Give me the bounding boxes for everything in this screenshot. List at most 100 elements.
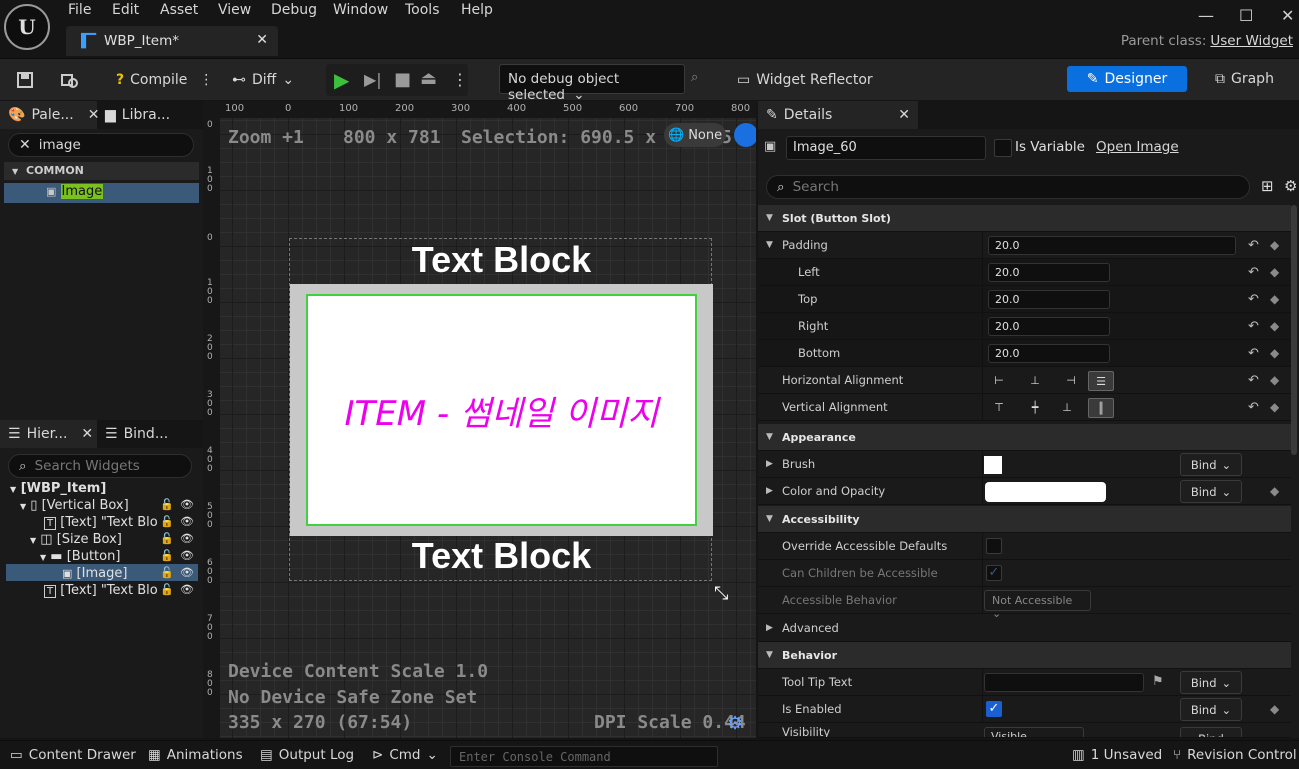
menu-window[interactable]: Window — [333, 2, 388, 18]
tab-palette[interactable]: 🎨 Pale... ✕ — [0, 101, 99, 129]
close-tab-icon[interactable]: ✕ — [256, 32, 268, 48]
more-options-icon[interactable]: ⋮ — [199, 72, 213, 88]
keyframe-icon[interactable]: ◆ — [1270, 292, 1279, 306]
close-tab-icon[interactable]: ✕ — [898, 107, 910, 123]
resize-handle-icon[interactable]: ⤡ — [714, 583, 728, 604]
tree-root[interactable]: ▼ [WBP_Item] — [10, 480, 106, 497]
animations-button[interactable]: ▦ Animations — [148, 741, 243, 769]
padding-right-input[interactable]: 20.0 — [988, 317, 1110, 336]
eye-icon[interactable]: 👁 — [180, 498, 194, 511]
align-bottom-icon[interactable]: ⊥ — [1054, 398, 1080, 418]
color-bind-button[interactable]: Bind ⌄ — [1180, 480, 1242, 503]
reset-icon[interactable]: ↶ — [1248, 400, 1259, 415]
align-vfill-icon[interactable]: ║ — [1088, 398, 1114, 418]
save-button[interactable] — [16, 59, 34, 101]
padding-left-input[interactable]: 20.0 — [988, 263, 1110, 282]
play-icon[interactable]: ▶ — [334, 68, 349, 92]
minimize-button[interactable]: — — [1198, 6, 1214, 25]
close-window-button[interactable]: ✕ — [1281, 6, 1294, 25]
accessible-behavior-select[interactable]: Not Accessible ⌄ — [984, 590, 1091, 620]
lock-icon[interactable]: 🔓 — [160, 498, 174, 511]
lock-icon[interactable]: 🔓 — [160, 549, 174, 562]
localization-preview-button[interactable]: 🌐 None — [664, 123, 726, 147]
align-fill-icon[interactable]: ☰ — [1088, 371, 1114, 391]
widget-name-input[interactable]: Image_60 — [786, 136, 986, 160]
tree-size-box[interactable]: ▼ ◫ [Size Box] — [30, 531, 122, 548]
output-log-button[interactable]: ▤ Output Log — [260, 741, 354, 769]
keyframe-icon[interactable]: ◆ — [1270, 346, 1279, 360]
diff-button[interactable]: ⊷ Diff ⌄ — [232, 59, 294, 101]
category-advanced[interactable]: ▶ Advanced — [758, 615, 1291, 642]
compile-button[interactable]: ? Compile ⋮ — [116, 59, 213, 101]
content-drawer-button[interactable]: ▭ Content Drawer — [10, 741, 136, 769]
align-center-icon[interactable]: ⊥ — [1022, 371, 1048, 391]
keyframe-icon[interactable]: ◆ — [1270, 265, 1279, 279]
eye-icon[interactable]: 👁 — [180, 532, 194, 545]
align-right-icon[interactable]: ⊣ — [1058, 371, 1084, 391]
keyframe-icon[interactable]: ◆ — [1270, 373, 1279, 387]
dpi-settings-icon[interactable]: ⚙ — [727, 713, 743, 734]
menu-help[interactable]: Help — [461, 2, 493, 18]
category-slot[interactable]: ▼ Slot (Button Slot) — [758, 205, 1291, 232]
open-image-link[interactable]: Open Image — [1096, 139, 1179, 155]
lock-icon[interactable]: 🔓 — [160, 566, 174, 579]
palette-category[interactable]: ▼ COMMON — [4, 162, 199, 180]
screen-size-button[interactable] — [734, 123, 756, 147]
reset-icon[interactable]: ↶ — [1248, 373, 1259, 388]
tree-text-bottom[interactable]: T [Text] "Text Bloc — [44, 582, 158, 599]
maximize-button[interactable]: ☐ — [1239, 6, 1253, 25]
menu-tools[interactable]: Tools — [405, 2, 440, 18]
widget-preview[interactable]: Text Block ITEM - 썸네일 이미지 Text Block — [289, 238, 713, 581]
keyframe-icon[interactable]: ◆ — [1270, 400, 1279, 414]
eye-icon[interactable]: 👁 — [180, 583, 194, 596]
menu-file[interactable]: File — [68, 2, 91, 18]
category-accessibility[interactable]: ▼ Accessibility — [758, 506, 1291, 533]
align-middle-icon[interactable]: ┿ — [1022, 398, 1048, 418]
widget-reflector-button[interactable]: ▭ Widget Reflector — [737, 59, 873, 101]
image-widget[interactable]: ITEM - 썸네일 이미지 — [306, 294, 697, 526]
menu-debug[interactable]: Debug — [271, 2, 317, 18]
debug-object-select[interactable]: No debug object selected ⌄ — [499, 64, 685, 103]
visibility-bind-button[interactable]: Bind — [1180, 727, 1242, 737]
padding-bottom-input[interactable]: 20.0 — [988, 344, 1110, 363]
tree-image[interactable]: ▣ [Image] — [62, 565, 160, 582]
unreal-logo-icon[interactable]: U — [4, 4, 50, 50]
revision-control-button[interactable]: ⑂ Revision Control — [1173, 741, 1297, 769]
palette-search-input[interactable]: ✕ image — [8, 133, 194, 157]
padding-top-input[interactable]: 20.0 — [988, 290, 1110, 309]
reset-icon[interactable]: ↶ — [1248, 238, 1259, 253]
menu-view[interactable]: View — [218, 2, 251, 18]
chevron-right-icon[interactable]: ▶ — [766, 486, 773, 496]
tab-details[interactable]: ✎ Details ✕ — [758, 101, 918, 129]
is-enabled-checkbox[interactable]: ✓ — [986, 701, 1002, 717]
chevron-down-icon[interactable]: ▼ — [766, 240, 773, 250]
keyframe-icon[interactable]: ◆ — [1270, 238, 1279, 252]
override-defaults-checkbox[interactable] — [986, 538, 1002, 554]
category-appearance[interactable]: ▼ Appearance — [758, 424, 1291, 451]
graph-mode-button[interactable]: ⧉ Graph — [1215, 66, 1274, 92]
hierarchy-search-input[interactable]: ⌕ Search Widgets — [8, 454, 192, 478]
tooltip-input[interactable] — [984, 673, 1144, 692]
eject-icon[interactable]: ⏏ — [420, 68, 437, 89]
visibility-select[interactable]: Visible — [984, 727, 1084, 737]
eye-icon[interactable]: 👁 — [180, 515, 194, 528]
clear-search-icon[interactable]: ✕ — [19, 137, 31, 153]
align-top-icon[interactable]: ⊤ — [986, 398, 1012, 418]
chevron-right-icon[interactable]: ▶ — [766, 459, 773, 469]
children-accessible-checkbox[interactable]: ✓ — [986, 565, 1002, 581]
reset-icon[interactable]: ↶ — [1248, 265, 1259, 280]
flag-icon[interactable]: ⚑ — [1152, 674, 1164, 689]
designer-canvas[interactable]: 100 0 100 200 300 400 500 600 700 800 0 … — [203, 101, 756, 738]
parent-class-link[interactable]: User Widget — [1210, 33, 1293, 49]
eye-icon[interactable]: 👁 — [180, 566, 194, 579]
console-command-input[interactable]: Enter Console Command — [450, 746, 718, 767]
details-scrollbar[interactable] — [1291, 205, 1297, 455]
tree-text-top[interactable]: T [Text] "Text Bloc — [44, 514, 158, 531]
tooltip-bind-button[interactable]: Bind ⌄ — [1180, 671, 1242, 694]
keyframe-icon[interactable]: ◆ — [1270, 319, 1279, 333]
debug-browse-icon[interactable]: ⌕ — [691, 70, 698, 85]
tab-library[interactable]: ▆ Libra... — [97, 101, 203, 129]
category-behavior[interactable]: ▼ Behavior — [758, 642, 1291, 669]
brush-swatch[interactable] — [984, 456, 1002, 474]
text-block-bottom[interactable]: Text Block — [290, 535, 713, 577]
